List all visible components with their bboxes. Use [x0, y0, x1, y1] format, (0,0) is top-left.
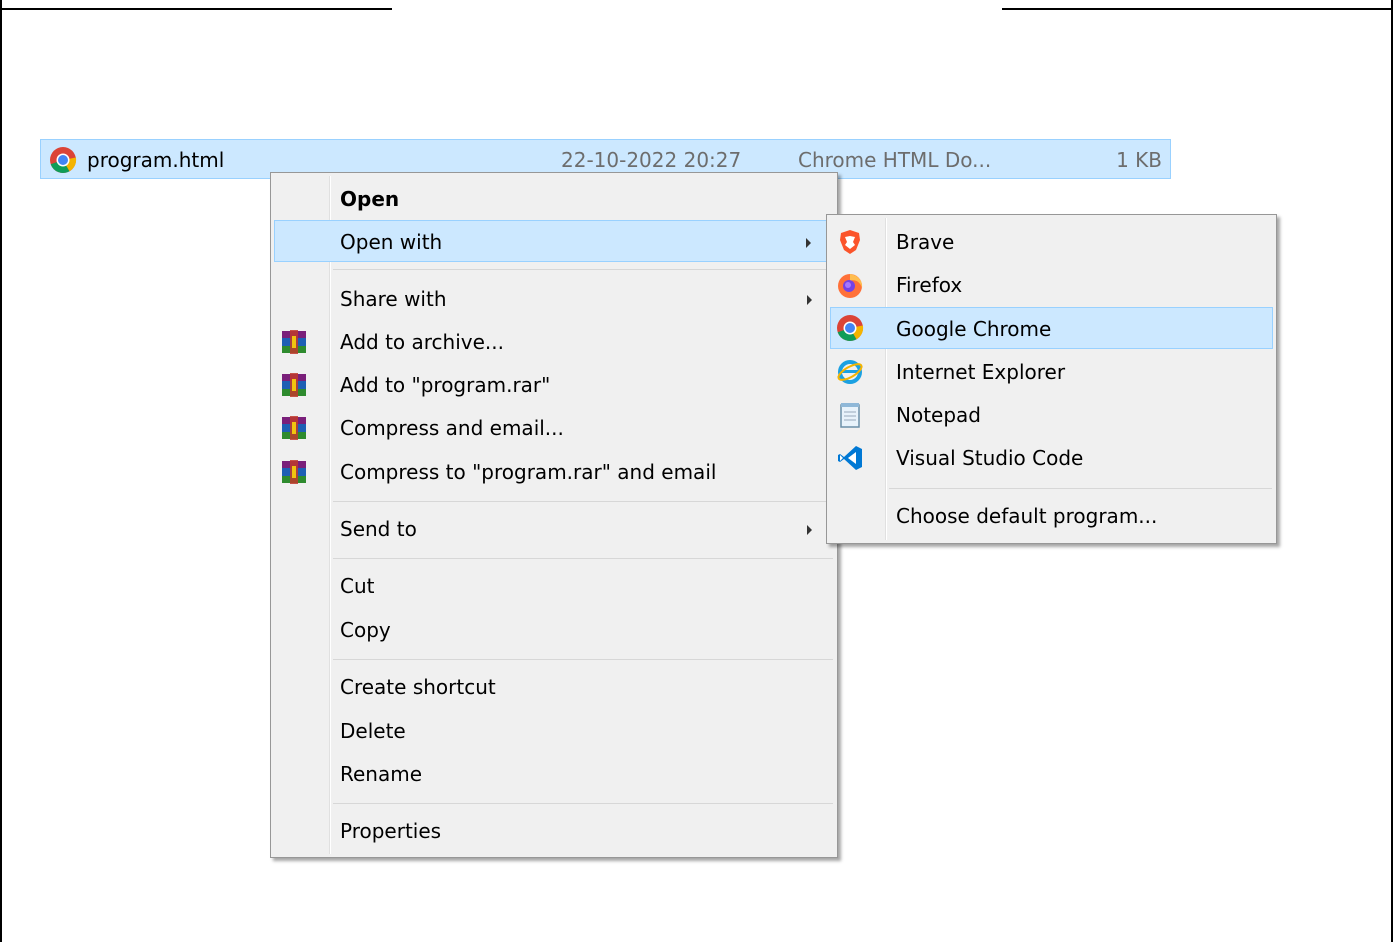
menu-item-label: Compress and email... [340, 416, 564, 440]
menu-item-label: Properties [340, 819, 442, 843]
winrar-icon [282, 416, 306, 440]
menu-item-add-to-archive[interactable]: Add to archive... [274, 321, 834, 363]
notepad-icon [840, 403, 860, 428]
menu-item-send-to[interactable]: Send to [274, 508, 834, 550]
winrar-icon [282, 373, 306, 397]
winrar-icon [282, 330, 306, 354]
internet-explorer-icon [837, 360, 863, 384]
open-with-google-chrome[interactable]: Google Chrome [830, 307, 1273, 349]
menu-item-label: Add to "program.rar" [340, 373, 551, 397]
menu-item-label: Share with [340, 287, 447, 311]
brave-icon [840, 230, 860, 254]
menu-item-compress-rar-email[interactable]: Compress to "program.rar" and email [274, 451, 834, 493]
winrar-icon [282, 460, 306, 484]
menu-item-label: Notepad [896, 403, 981, 427]
menu-item-label: Open with [340, 230, 443, 254]
menu-item-label: Send to [340, 517, 417, 541]
open-with-submenu: Brave Firefox Google Chrome Internet Exp… [826, 214, 1277, 544]
menu-item-properties[interactable]: Properties [274, 810, 834, 852]
menu-item-label: Add to archive... [340, 330, 504, 354]
vscode-icon [838, 446, 862, 470]
menu-item-delete[interactable]: Delete [274, 710, 834, 752]
menu-item-open[interactable]: Open [274, 178, 834, 220]
frame-top-edge [1002, 8, 1391, 10]
chevron-right-icon [807, 525, 812, 535]
menu-item-label: Internet Explorer [896, 360, 1066, 384]
menu-item-label: Firefox [896, 273, 963, 297]
menu-item-label: Visual Studio Code [896, 446, 1084, 470]
firefox-icon [838, 274, 863, 298]
menu-item-cut[interactable]: Cut [274, 565, 834, 607]
context-menu: Open Open with Share with Add to archive… [270, 172, 838, 858]
chevron-right-icon [806, 238, 811, 248]
menu-item-label: Google Chrome [896, 317, 1052, 341]
open-with-brave[interactable]: Brave [830, 221, 1273, 263]
menu-item-label: Delete [340, 719, 406, 743]
chevron-right-icon [807, 295, 812, 305]
menu-item-label: Copy [340, 618, 391, 642]
frame-top-edge [2, 8, 392, 10]
menu-item-label: Cut [340, 574, 375, 598]
chrome-icon [50, 147, 77, 173]
chrome-icon [837, 315, 864, 341]
menu-item-add-to-rar[interactable]: Add to "program.rar" [274, 364, 834, 406]
menu-item-compress-and-email[interactable]: Compress and email... [274, 407, 834, 449]
menu-item-label: Brave [896, 230, 955, 254]
menu-item-open-with[interactable]: Open with [274, 220, 834, 262]
open-with-choose-default[interactable]: Choose default program... [830, 495, 1273, 537]
menu-item-copy[interactable]: Copy [274, 609, 834, 651]
menu-item-label: Compress to "program.rar" and email [340, 460, 717, 484]
file-date: 22-10-2022 20:27 [561, 148, 742, 172]
open-with-vscode[interactable]: Visual Studio Code [830, 437, 1273, 479]
menu-item-create-shortcut[interactable]: Create shortcut [274, 666, 834, 708]
menu-item-label: Choose default program... [896, 504, 1158, 528]
open-with-internet-explorer[interactable]: Internet Explorer [830, 351, 1273, 393]
menu-item-label: Open [340, 187, 400, 211]
menu-item-label: Rename [340, 762, 423, 786]
menu-item-rename[interactable]: Rename [274, 753, 834, 795]
file-size: 1 KB [1116, 148, 1162, 172]
open-with-notepad[interactable]: Notepad [830, 394, 1273, 436]
menu-item-share-with[interactable]: Share with [274, 278, 834, 320]
open-with-firefox[interactable]: Firefox [830, 264, 1273, 306]
file-name: program.html [87, 148, 225, 172]
menu-item-label: Create shortcut [340, 675, 496, 699]
file-type: Chrome HTML Do... [798, 148, 992, 172]
